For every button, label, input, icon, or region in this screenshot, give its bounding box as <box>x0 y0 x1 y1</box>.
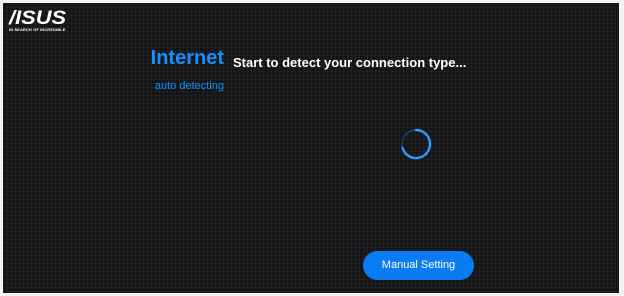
asus-logo: /ISUS IN SEARCH OF INCREDIBLE <box>9 8 71 35</box>
section-title: Internet <box>150 47 224 69</box>
logo-wordmark: /ISUS <box>9 8 67 29</box>
logo-tagline: IN SEARCH OF INCREDIBLE <box>9 27 66 32</box>
loading-spinner-icon <box>399 127 433 161</box>
section-subtitle: auto detecting <box>154 80 224 92</box>
manual-setting-button[interactable]: Manual Setting <box>363 251 474 280</box>
qis-panel: /ISUS IN SEARCH OF INCREDIBLE Internet a… <box>3 3 619 293</box>
detect-headline: Start to detect your connection type... <box>233 55 467 70</box>
